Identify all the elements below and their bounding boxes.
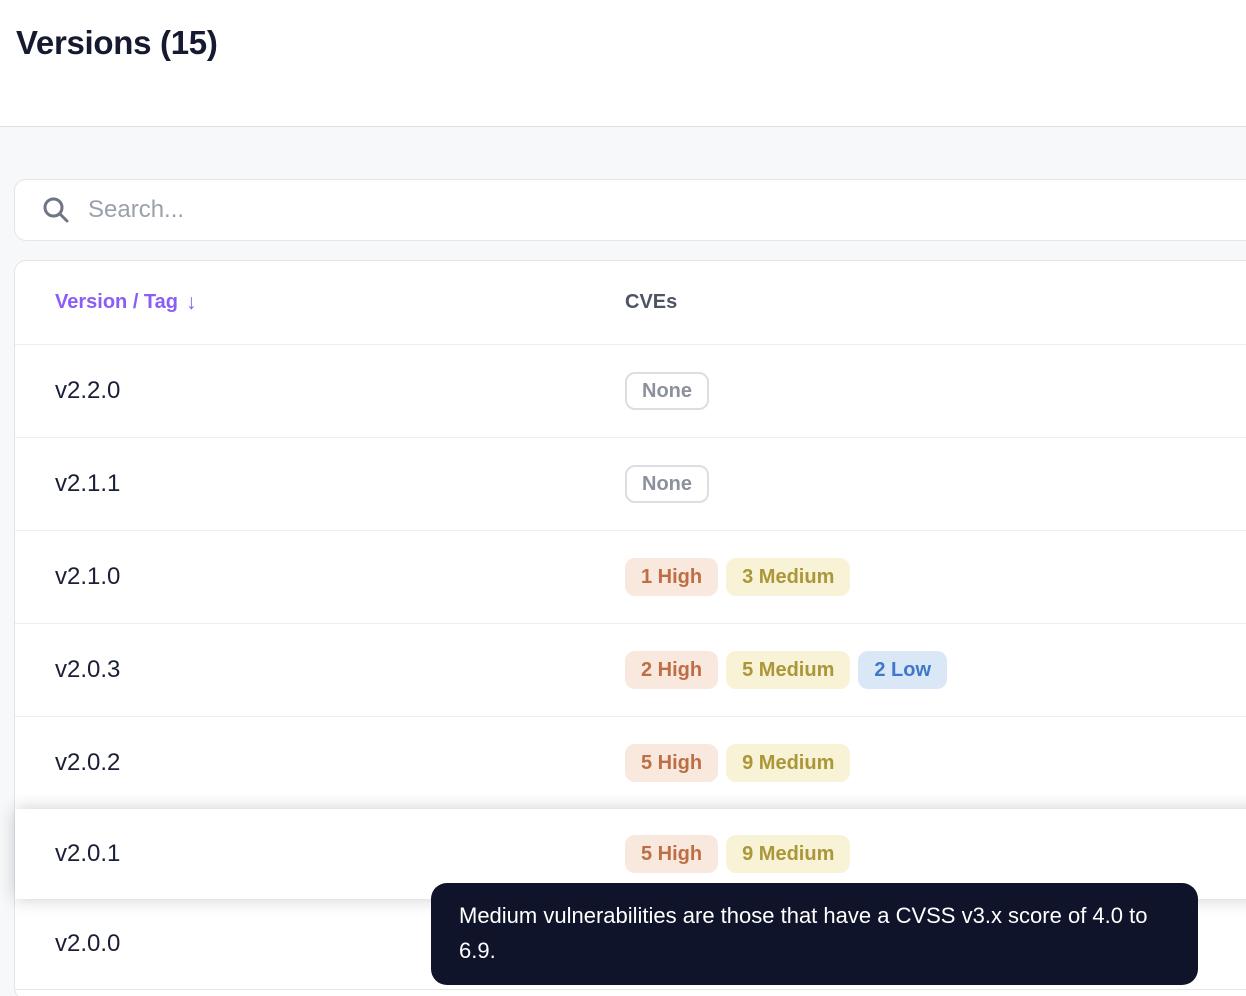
medium-cve-tooltip: Medium vulnerabilities are those that ha… <box>431 883 1198 985</box>
search-placeholder: Search... <box>88 196 185 223</box>
table-row[interactable]: v2.1.1 None <box>15 437 1246 530</box>
cve-badges: 1 High 3 Medium <box>625 558 1246 596</box>
sort-by-version-button[interactable]: Version / Tag ↓ <box>55 291 197 315</box>
cve-badge-high[interactable]: 5 High <box>625 835 719 873</box>
column-header-version-label: Version / Tag <box>55 291 178 313</box>
page-title: Versions (15) <box>16 24 218 61</box>
cve-badges: None <box>625 465 1246 503</box>
cve-badge-high[interactable]: 2 High <box>625 651 719 689</box>
sort-desc-icon: ↓ <box>186 290 197 314</box>
cve-badges: 5 High 9 Medium <box>625 744 1246 782</box>
cve-badge-none[interactable]: None <box>625 465 709 503</box>
cve-badge-medium[interactable]: 5 Medium <box>726 651 851 689</box>
search-input[interactable]: Search... <box>14 179 1246 241</box>
cve-badge-none[interactable]: None <box>625 372 709 410</box>
cve-badges: 5 High 9 Medium <box>625 835 1246 873</box>
version-label: v2.0.1 <box>55 840 121 867</box>
table-header-row: Version / Tag ↓ CVEs <box>15 261 1246 344</box>
version-label: v2.2.0 <box>55 377 121 404</box>
column-header-cves-label: CVEs <box>625 291 678 313</box>
version-label: v2.1.1 <box>55 470 121 497</box>
cve-badge-high[interactable]: 5 High <box>625 744 719 782</box>
cve-badge-medium[interactable]: 3 Medium <box>726 558 851 596</box>
cve-badges: 2 High 5 Medium 2 Low <box>625 651 1246 689</box>
cve-badge-low[interactable]: 2 Low <box>858 651 948 689</box>
table-row[interactable]: v2.2.0 None <box>15 344 1246 437</box>
cve-badge-high[interactable]: 1 High <box>625 558 719 596</box>
version-label: v2.1.0 <box>55 563 121 590</box>
cve-badges: None <box>625 372 1246 410</box>
version-label: v2.0.3 <box>55 656 121 683</box>
table-row[interactable]: v2.1.0 1 High 3 Medium <box>15 530 1246 623</box>
cve-badge-medium[interactable]: 9 Medium <box>726 835 851 873</box>
search-icon <box>41 195 71 225</box>
content-area: Search... Version / Tag ↓ CVEs v2.2.0 No… <box>0 127 1246 996</box>
version-label: v2.0.0 <box>55 930 121 957</box>
column-header-cves: CVEs <box>625 291 1246 314</box>
table-row[interactable]: v2.0.3 2 High 5 Medium 2 Low <box>15 623 1246 716</box>
table-row[interactable]: v2.0.2 5 High 9 Medium <box>15 716 1246 809</box>
page-header: Versions (15) <box>0 0 1246 127</box>
version-label: v2.0.2 <box>55 749 121 776</box>
column-header-version: Version / Tag ↓ <box>15 291 625 315</box>
cve-badge-medium[interactable]: 9 Medium <box>726 744 851 782</box>
